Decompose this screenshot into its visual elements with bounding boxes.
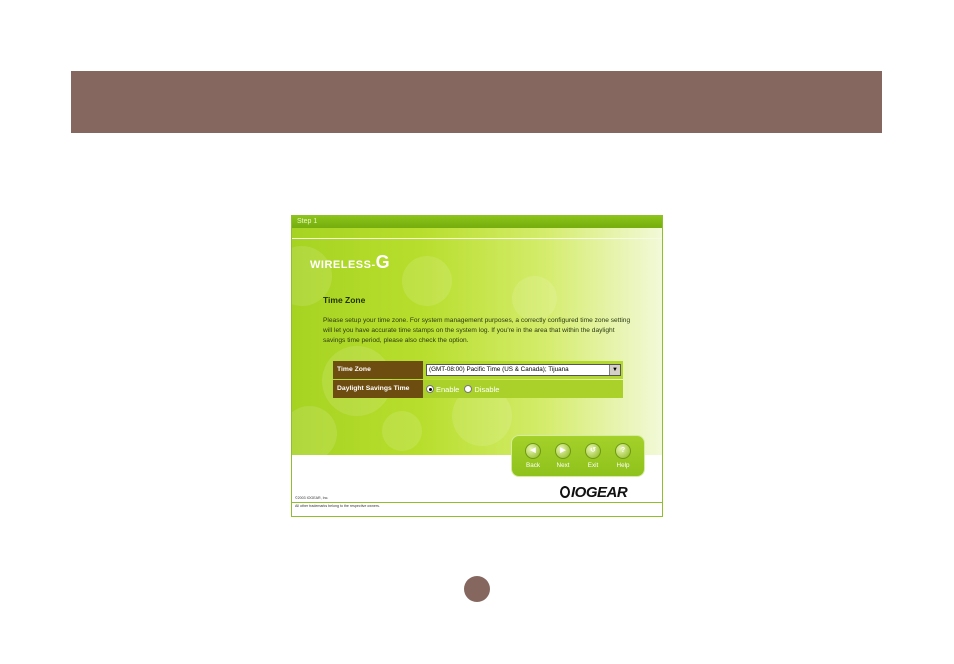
- next-label: Next: [556, 462, 570, 469]
- dst-disable-label: Disable: [474, 384, 500, 394]
- time-zone-selected-value: (GMT-08:00) Pacific Time (US & Canada); …: [429, 366, 569, 373]
- iogear-logo: IOGEAR: [560, 484, 628, 501]
- dst-disable-radio[interactable]: [464, 385, 473, 393]
- trademark-text: All other trademarks belong to the respe…: [295, 504, 380, 508]
- exit-label: Exit: [587, 462, 599, 469]
- wireless-g-logo: WIRELESS-G: [310, 252, 390, 272]
- background-bubble: [292, 406, 337, 455]
- help-button[interactable]: ? Help: [615, 443, 631, 469]
- background-bubble: [512, 276, 557, 321]
- dst-disable-option[interactable]: Disable: [464, 385, 499, 394]
- step-indicator: Step 1: [292, 216, 662, 228]
- back-label: Back: [526, 462, 540, 469]
- dst-enable-option[interactable]: Enable: [426, 385, 459, 394]
- time-zone-cell: (GMT-08:00) Pacific Time (US & Canada); …: [423, 361, 623, 379]
- iogear-logo-mark-icon: [560, 486, 570, 498]
- time-zone-label: Time Zone: [333, 361, 423, 379]
- wizard-content-area: Step 1 WIRELESS-G Time Zone Please setup…: [292, 216, 662, 455]
- copyright-text: ©2003 IOGEAR, Inc.: [295, 496, 329, 500]
- daylight-savings-row: Daylight Savings Time Enable Disable: [333, 380, 623, 398]
- time-zone-row: Time Zone (GMT-08:00) Pacific Time (US &…: [333, 361, 623, 379]
- divider: [292, 238, 662, 239]
- footer-divider: [292, 502, 662, 503]
- settings-table: Time Zone (GMT-08:00) Pacific Time (US &…: [333, 361, 623, 399]
- section-description: Please setup your time zone. For system …: [323, 317, 631, 344]
- dst-enable-label: Enable: [436, 384, 460, 394]
- setup-wizard-window: Step 1 WIRELESS-G Time Zone Please setup…: [291, 215, 663, 517]
- next-button[interactable]: ▶ Next: [555, 443, 571, 469]
- dst-enable-radio[interactable]: [426, 385, 434, 393]
- daylight-savings-cell: Enable Disable: [423, 380, 623, 398]
- header-bar: [71, 71, 882, 133]
- dropdown-arrow-icon[interactable]: ▼: [609, 365, 620, 375]
- exit-icon: ↺: [585, 443, 601, 459]
- back-arrow-icon: ◀: [525, 443, 541, 459]
- wizard-navigation: ◀ Back ▶ Next ↺ Exit ? Help: [511, 435, 645, 477]
- next-arrow-icon: ▶: [555, 443, 571, 459]
- daylight-savings-label: Daylight Savings Time: [333, 380, 423, 398]
- exit-button[interactable]: ↺ Exit: [585, 443, 601, 469]
- section-title: Time Zone: [323, 295, 366, 305]
- help-label: Help: [616, 462, 630, 469]
- background-bubble: [402, 256, 452, 306]
- page-number-badge: [464, 576, 490, 602]
- time-zone-select[interactable]: (GMT-08:00) Pacific Time (US & Canada); …: [426, 364, 621, 376]
- help-icon: ?: [615, 443, 631, 459]
- background-bubble: [382, 411, 422, 451]
- back-button[interactable]: ◀ Back: [525, 443, 541, 469]
